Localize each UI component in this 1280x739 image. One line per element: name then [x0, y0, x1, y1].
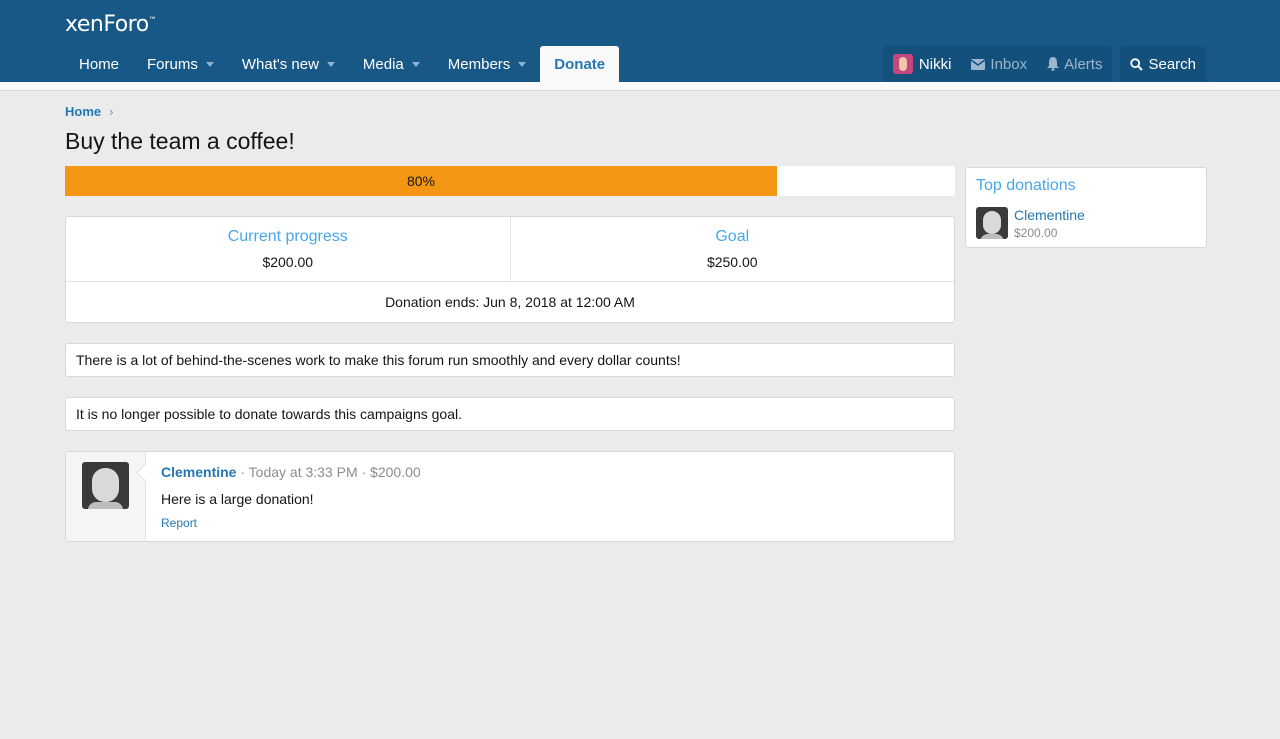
report-link[interactable]: Report — [161, 516, 939, 530]
top-donations-widget: Top donations Clementine $200.00 — [965, 167, 1207, 248]
stat-label: Current progress — [227, 228, 348, 245]
nav-forums[interactable]: Forums — [133, 46, 228, 82]
donation-message: Here is a large donation! — [161, 491, 314, 507]
stat-label: Goal — [715, 228, 750, 245]
stat-value: $200.00 — [262, 254, 314, 270]
breadcrumb-home[interactable]: Home — [65, 104, 101, 119]
breadcrumb: Home › — [65, 104, 113, 119]
search-icon — [1130, 57, 1144, 71]
nav-subbar — [0, 82, 1280, 91]
stat-value: $250.00 — [706, 254, 758, 270]
site-logo[interactable]: xenForo™ — [65, 12, 157, 37]
donor-name-link[interactable]: Clementine — [161, 464, 236, 480]
progress-fill: 80% — [65, 166, 777, 196]
chevron-down-icon[interactable] — [205, 61, 214, 67]
nav-donate[interactable]: Donate — [540, 46, 620, 82]
donation-ends: Donation ends: Jun 8, 2018 at 12:00 AM — [385, 294, 635, 310]
nav-whats-new[interactable]: What's new — [228, 46, 349, 82]
chevron-right-icon: › — [109, 104, 114, 119]
stat-goal: Goal $250.00 — [509, 217, 955, 281]
donation-meta: Clementine · Today at 3:33 PM · $200.00 — [161, 464, 939, 480]
stat-current-progress: Current progress $200.00 — [66, 217, 510, 281]
inbox-link[interactable]: Inbox — [961, 46, 1037, 82]
alerts-link[interactable]: Alerts — [1037, 46, 1112, 82]
envelope-icon — [971, 58, 986, 70]
progress-bar: 80% — [65, 166, 955, 196]
nav-home[interactable]: Home — [65, 46, 133, 82]
donor-avatar[interactable] — [976, 207, 1008, 239]
campaign-description: There is a lot of behind-the-scenes work… — [65, 343, 955, 377]
account-link[interactable]: Nikki — [883, 46, 962, 82]
main-nav: Home Forums What's new Media Members Don… — [65, 46, 1206, 82]
bell-icon — [1047, 57, 1060, 71]
widget-title: Top donations — [976, 177, 1076, 194]
main-content: 80% Current progress $200.00 Goal $250.0… — [65, 166, 955, 542]
chevron-down-icon[interactable] — [326, 61, 335, 67]
search-button[interactable]: Search — [1120, 46, 1206, 82]
top-donation-item: Clementine $200.00 — [966, 195, 1206, 240]
chevron-down-icon[interactable] — [411, 61, 420, 67]
progress-label: 80% — [406, 173, 436, 189]
donation-item: Clementine · Today at 3:33 PM · $200.00 … — [65, 451, 955, 542]
donation-avatar-column — [66, 452, 146, 541]
campaign-closed-notice: It is no longer possible to donate towar… — [65, 397, 955, 431]
donation-amount: $200.00 — [1014, 226, 1058, 240]
chevron-down-icon[interactable] — [518, 61, 527, 67]
nav-members[interactable]: Members — [434, 46, 541, 82]
campaign-stats: Current progress $200.00 Goal $250.00 Do… — [65, 216, 955, 323]
donor-avatar[interactable] — [82, 462, 129, 509]
page-title: Buy the team a coffee! — [65, 128, 295, 154]
user-avatar — [892, 54, 913, 74]
donation-details: · Today at 3:33 PM · $200.00 — [236, 464, 421, 480]
site-header: xenForo™ Home Forums What's new Media Me… — [0, 0, 1280, 82]
user-nav: Nikki Inbox Alerts — [882, 46, 1113, 82]
donor-name-link[interactable]: Clementine — [1014, 207, 1085, 223]
nav-media[interactable]: Media — [349, 46, 434, 82]
